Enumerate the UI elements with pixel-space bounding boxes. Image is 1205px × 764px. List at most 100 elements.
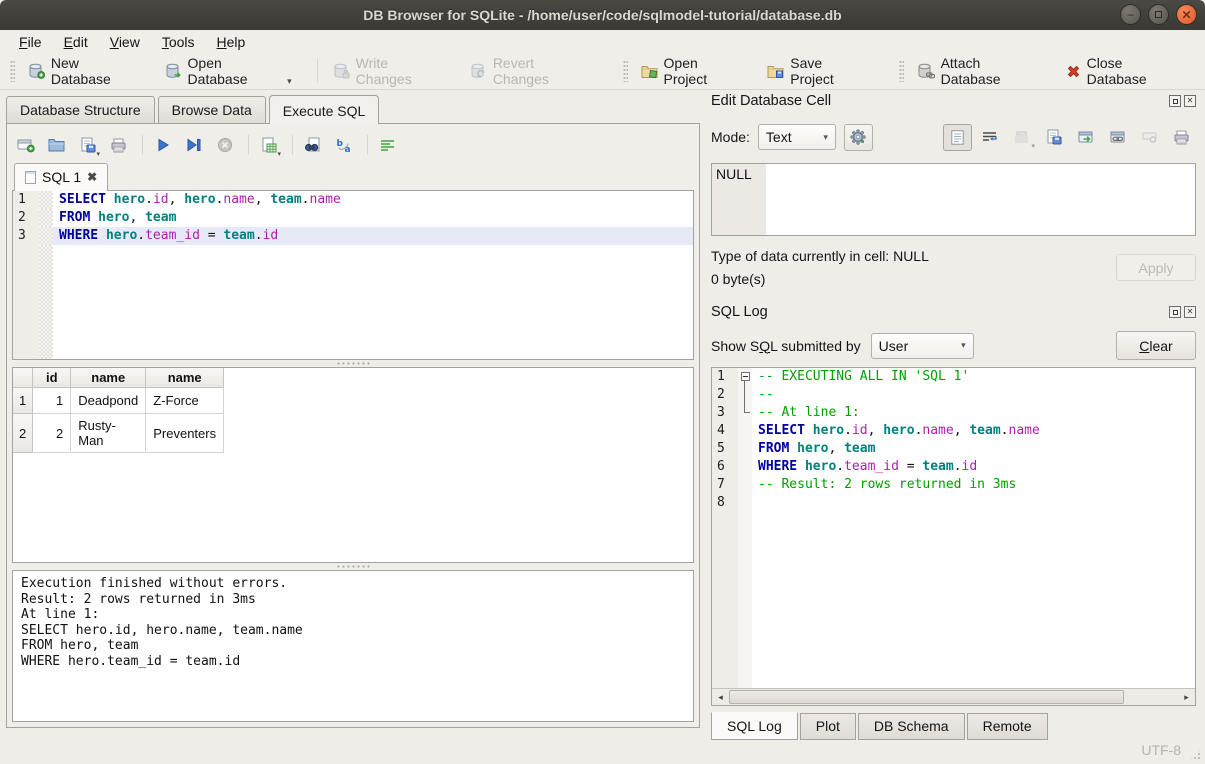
execution-status-box[interactable]: Execution finished without errors. Resul… bbox=[12, 570, 694, 722]
row-header[interactable]: 2 bbox=[13, 414, 33, 453]
cell-value-editor[interactable]: NULL bbox=[711, 163, 1196, 236]
tab-database-structure[interactable]: Database Structure bbox=[6, 96, 155, 123]
tab-browse-data[interactable]: Browse Data bbox=[158, 96, 266, 123]
auto-switch-mode-button[interactable] bbox=[844, 124, 873, 151]
menu-tools[interactable]: Tools bbox=[151, 32, 206, 52]
fold-margin bbox=[738, 422, 752, 440]
table-cell[interactable]: Deadpond bbox=[71, 388, 146, 414]
open-in-external-button[interactable] bbox=[1071, 124, 1100, 151]
export-menu-caret[interactable]: ▾ bbox=[277, 150, 281, 158]
export-cell-icon bbox=[1046, 129, 1062, 145]
replace-icon: ba bbox=[336, 138, 352, 153]
code-line[interactable]: 3-- At line 1: bbox=[712, 404, 1195, 422]
scrollbar-track[interactable] bbox=[729, 689, 1178, 705]
close-tab-icon[interactable]: ✖ bbox=[87, 170, 97, 184]
code-line[interactable]: 6WHERE hero.team_id = team.id bbox=[712, 458, 1195, 476]
link-icon bbox=[1110, 131, 1126, 144]
open-sql-file-button[interactable] bbox=[43, 132, 70, 159]
new-database-button[interactable]: New Database bbox=[21, 50, 148, 92]
scroll-right-icon[interactable]: ▸ bbox=[1178, 689, 1195, 705]
code-line[interactable]: 2FROM hero, team bbox=[13, 209, 693, 227]
splitter-handle[interactable] bbox=[12, 563, 694, 570]
resize-grip-icon[interactable] bbox=[1189, 748, 1202, 761]
code-line[interactable]: 8 bbox=[712, 494, 1195, 512]
mode-select[interactable]: Text ▾ bbox=[758, 124, 836, 150]
code-line[interactable]: 7-- Result: 2 rows returned in 3ms bbox=[712, 476, 1195, 494]
word-wrap-button[interactable] bbox=[975, 124, 1004, 151]
close-panel-icon[interactable]: ✕ bbox=[1184, 95, 1196, 107]
close-panel-icon[interactable]: ✕ bbox=[1184, 306, 1196, 318]
link-data-button[interactable] bbox=[1103, 124, 1132, 151]
code-line[interactable]: 1-- EXECUTING ALL IN 'SQL 1' bbox=[712, 368, 1195, 386]
execute-sql-button[interactable] bbox=[149, 132, 176, 159]
save-project-button[interactable]: Save Project bbox=[760, 50, 874, 92]
find-button[interactable] bbox=[299, 132, 326, 159]
code-line[interactable]: 4SELECT hero.id, hero.name, team.name bbox=[712, 422, 1195, 440]
print-cell-button[interactable] bbox=[1167, 124, 1196, 151]
close-database-button[interactable]: Close Database bbox=[1059, 50, 1191, 92]
fold-collapse-icon[interactable] bbox=[741, 372, 750, 381]
code-line[interactable]: 5FROM hero, team bbox=[712, 440, 1195, 458]
tab-execute-sql[interactable]: Execute SQL bbox=[269, 95, 380, 124]
table-cell[interactable]: Z-Force bbox=[146, 388, 224, 414]
table-cell[interactable]: 1 bbox=[33, 388, 71, 414]
new-sql-tab-button[interactable] bbox=[12, 132, 39, 159]
code-line[interactable]: 1SELECT hero.id, hero.name, team.name bbox=[13, 191, 693, 209]
menu-edit[interactable]: Edit bbox=[53, 32, 99, 52]
find-replace-button[interactable]: ba bbox=[330, 132, 357, 159]
save-menu-caret[interactable]: ▾ bbox=[96, 150, 100, 158]
sql-editor[interactable]: 1SELECT hero.id, hero.name, team.name2FR… bbox=[12, 190, 694, 360]
submitted-by-select[interactable]: User ▾ bbox=[871, 333, 974, 359]
dock-tab-sql-log[interactable]: SQL Log bbox=[711, 712, 798, 740]
table-cell[interactable]: Rusty-Man bbox=[71, 414, 146, 453]
text-mode-button[interactable] bbox=[943, 124, 972, 151]
scrollbar-thumb[interactable] bbox=[729, 690, 1124, 704]
print-sql-button[interactable] bbox=[105, 132, 132, 159]
dock-tab-remote[interactable]: Remote bbox=[967, 713, 1048, 740]
document-icon bbox=[25, 171, 36, 184]
toolbar-drag-handle[interactable] bbox=[623, 60, 628, 82]
close-icon[interactable]: ✕ bbox=[1176, 4, 1197, 25]
open-database-button[interactable]: Open Database ▾ bbox=[158, 50, 299, 92]
float-panel-icon[interactable] bbox=[1169, 95, 1181, 107]
status-bar: UTF-8 bbox=[0, 738, 1205, 764]
toolbar-drag-handle[interactable] bbox=[899, 60, 904, 82]
dock-tab-db-schema[interactable]: DB Schema bbox=[858, 713, 965, 740]
sql-file-tab[interactable]: SQL 1 ✖ bbox=[14, 163, 108, 191]
float-panel-icon[interactable] bbox=[1169, 306, 1181, 318]
open-database-menu-caret[interactable]: ▾ bbox=[287, 76, 292, 87]
menu-file[interactable]: File bbox=[8, 32, 53, 52]
scroll-left-icon[interactable]: ◂ bbox=[712, 689, 729, 705]
column-header-name[interactable]: name bbox=[146, 368, 224, 388]
fold-margin[interactable] bbox=[738, 368, 752, 386]
attach-database-button[interactable]: Attach Database bbox=[910, 50, 1049, 92]
column-header-id[interactable]: id bbox=[33, 368, 71, 388]
menu-help[interactable]: Help bbox=[206, 32, 257, 52]
format-sql-button[interactable] bbox=[374, 132, 401, 159]
row-header[interactable]: 1 bbox=[13, 388, 33, 414]
export-cell-data-button[interactable] bbox=[1039, 124, 1068, 151]
execute-current-line-button[interactable] bbox=[180, 132, 207, 159]
maximize-icon[interactable] bbox=[1148, 4, 1169, 25]
table-cell[interactable]: Preventers bbox=[146, 414, 224, 453]
splitter-handle[interactable] bbox=[12, 360, 694, 367]
table-cell[interactable]: 2 bbox=[33, 414, 71, 453]
open-project-button[interactable]: Open Project bbox=[634, 50, 751, 92]
menu-view[interactable]: View bbox=[99, 32, 151, 52]
export-results-button[interactable]: ▾ bbox=[255, 132, 282, 159]
run-to-line-icon bbox=[186, 138, 202, 152]
code-line[interactable]: 3WHERE hero.team_id = team.id bbox=[13, 227, 693, 245]
clear-log-button[interactable]: Clear bbox=[1116, 331, 1196, 360]
dock-tab-plot[interactable]: Plot bbox=[800, 713, 856, 740]
column-header-name[interactable]: name bbox=[71, 368, 146, 388]
minimize-icon[interactable]: − bbox=[1120, 4, 1141, 25]
sql-log-editor[interactable]: 1-- EXECUTING ALL IN 'SQL 1'2--3-- At li… bbox=[712, 368, 1195, 688]
code-line[interactable]: 2-- bbox=[712, 386, 1195, 404]
toolbar-separator bbox=[292, 135, 293, 155]
editor-empty-area[interactable] bbox=[712, 512, 1195, 688]
editor-empty-area[interactable] bbox=[13, 245, 693, 359]
toolbar-drag-handle[interactable] bbox=[10, 60, 15, 82]
grid-corner[interactable] bbox=[13, 368, 33, 388]
edit-cell-toolbar: Mode: Text ▾ ▾ bbox=[711, 123, 1196, 151]
save-sql-file-button[interactable]: ▾ bbox=[74, 132, 101, 159]
